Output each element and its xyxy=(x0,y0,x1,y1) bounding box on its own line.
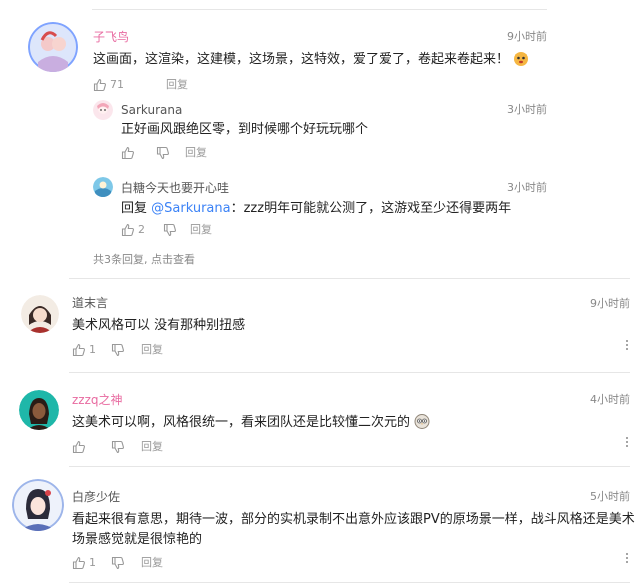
timestamp: 4小时前 xyxy=(590,393,630,406)
reply-button[interactable]: 回复 xyxy=(141,556,163,570)
comment-divider xyxy=(69,582,630,583)
reply-button[interactable]: 回复 xyxy=(141,440,163,454)
like-count: 2 xyxy=(138,223,145,236)
reply-button[interactable]: 回复 xyxy=(166,78,188,92)
reply-label: 回复 xyxy=(141,343,163,356)
like-count: 1 xyxy=(89,556,96,569)
avatar[interactable] xyxy=(12,479,64,531)
dislike-button[interactable] xyxy=(156,146,170,160)
thumbs-up-icon xyxy=(121,146,135,160)
like-button[interactable]: 2 xyxy=(121,223,145,237)
top-divider xyxy=(92,9,547,10)
thumbs-up-icon xyxy=(121,223,135,237)
comment-divider xyxy=(69,466,630,467)
like-count: 71 xyxy=(110,78,124,91)
dislike-button[interactable] xyxy=(111,556,125,570)
thumbs-up-icon xyxy=(72,556,86,570)
like-button[interactable] xyxy=(121,146,138,160)
timestamp: 3小时前 xyxy=(507,181,547,194)
like-button[interactable] xyxy=(72,440,89,454)
owl-face-icon xyxy=(414,413,430,429)
comment-text: 正好画风跟绝区零，到时候哪个好玩玩哪个 xyxy=(121,122,369,137)
comment-text-line: 看起来很有意思，期待一波，部分的实机录制不出意外应该跟PV的原场景一样，战斗风格… xyxy=(72,512,635,527)
username[interactable]: 白糖今天也要开心哇 xyxy=(121,180,229,196)
avatar[interactable] xyxy=(19,390,59,430)
cat-face-icon xyxy=(513,50,529,66)
username[interactable]: 道末言 xyxy=(72,295,108,311)
like-count: 1 xyxy=(89,343,96,356)
dislike-button[interactable] xyxy=(163,223,177,237)
comment-body: 这美术可以啊，风格很统一，看来团队还是比较懂二次元的 xyxy=(72,415,411,430)
dislike-button[interactable] xyxy=(111,440,125,454)
thumbs-down-icon xyxy=(111,343,125,357)
comment-divider xyxy=(69,278,630,279)
thumbs-down-icon xyxy=(111,556,125,570)
timestamp: 3小时前 xyxy=(507,103,547,116)
reply-button[interactable]: 回复 xyxy=(185,146,207,160)
comment-text: 美术风格可以 没有那种别扭感 xyxy=(72,318,246,333)
username[interactable]: Sarkurana xyxy=(121,102,182,118)
thumbs-up-icon xyxy=(72,440,86,454)
comment-text-line: 场景感觉就是很惊艳的 xyxy=(72,532,203,547)
reply-label: 回复 xyxy=(185,146,207,159)
thumbs-down-icon xyxy=(111,440,125,454)
reply-prefix: 回复 xyxy=(121,201,152,216)
comment-body: 这画面，这渲染，这建模，这场景，这特效，爱了爱了，卷起来卷起来！ xyxy=(93,52,510,67)
comment-text: 这画面，这渲染，这建模，这场景，这特效，爱了爱了，卷起来卷起来！ xyxy=(93,50,563,70)
like-button[interactable]: 1 xyxy=(72,556,96,570)
reply-button[interactable]: 回复 xyxy=(190,223,212,237)
reply-label: 回复 xyxy=(166,78,188,91)
comment-body: ：zzz明年可能就公测了，这游戏至少还得要两年 xyxy=(230,201,512,216)
comment-text: 回复 @Sarkurana：zzz明年可能就公测了，这游戏至少还得要两年 xyxy=(121,199,561,219)
timestamp: 9小时前 xyxy=(590,297,630,310)
username[interactable]: 白彦少佐 xyxy=(72,489,120,505)
timestamp: 9小时前 xyxy=(507,30,547,43)
thumbs-down-icon xyxy=(163,223,177,237)
avatar[interactable] xyxy=(28,22,78,72)
like-button[interactable]: 1 xyxy=(72,343,96,357)
like-button[interactable]: 71 xyxy=(93,78,124,92)
view-replies-link[interactable]: 共3条回复, 点击查看 xyxy=(93,251,195,267)
thumbs-up-icon xyxy=(72,343,86,357)
username[interactable]: 子飞鸟 xyxy=(93,29,129,45)
dislike-button[interactable] xyxy=(111,343,125,357)
avatar[interactable] xyxy=(93,100,113,120)
reply-label: 回复 xyxy=(141,556,163,569)
more-options-icon[interactable] xyxy=(626,437,629,449)
mention-link[interactable]: @Sarkurana xyxy=(151,201,230,216)
reply-label: 回复 xyxy=(141,440,163,453)
comment-divider xyxy=(69,372,630,373)
avatar[interactable] xyxy=(93,177,113,197)
more-options-icon[interactable] xyxy=(626,340,629,352)
reply-button[interactable]: 回复 xyxy=(141,343,163,357)
thumbs-up-icon xyxy=(93,78,107,92)
username[interactable]: zzzq之神 xyxy=(72,392,123,408)
more-options-icon[interactable] xyxy=(626,553,629,565)
comment-text: 这美术可以啊，风格很统一，看来团队还是比较懂二次元的 xyxy=(72,413,612,433)
thumbs-down-icon xyxy=(156,146,170,160)
reply-label: 回复 xyxy=(190,223,212,236)
avatar[interactable] xyxy=(21,295,59,333)
timestamp: 5小时前 xyxy=(590,490,630,503)
